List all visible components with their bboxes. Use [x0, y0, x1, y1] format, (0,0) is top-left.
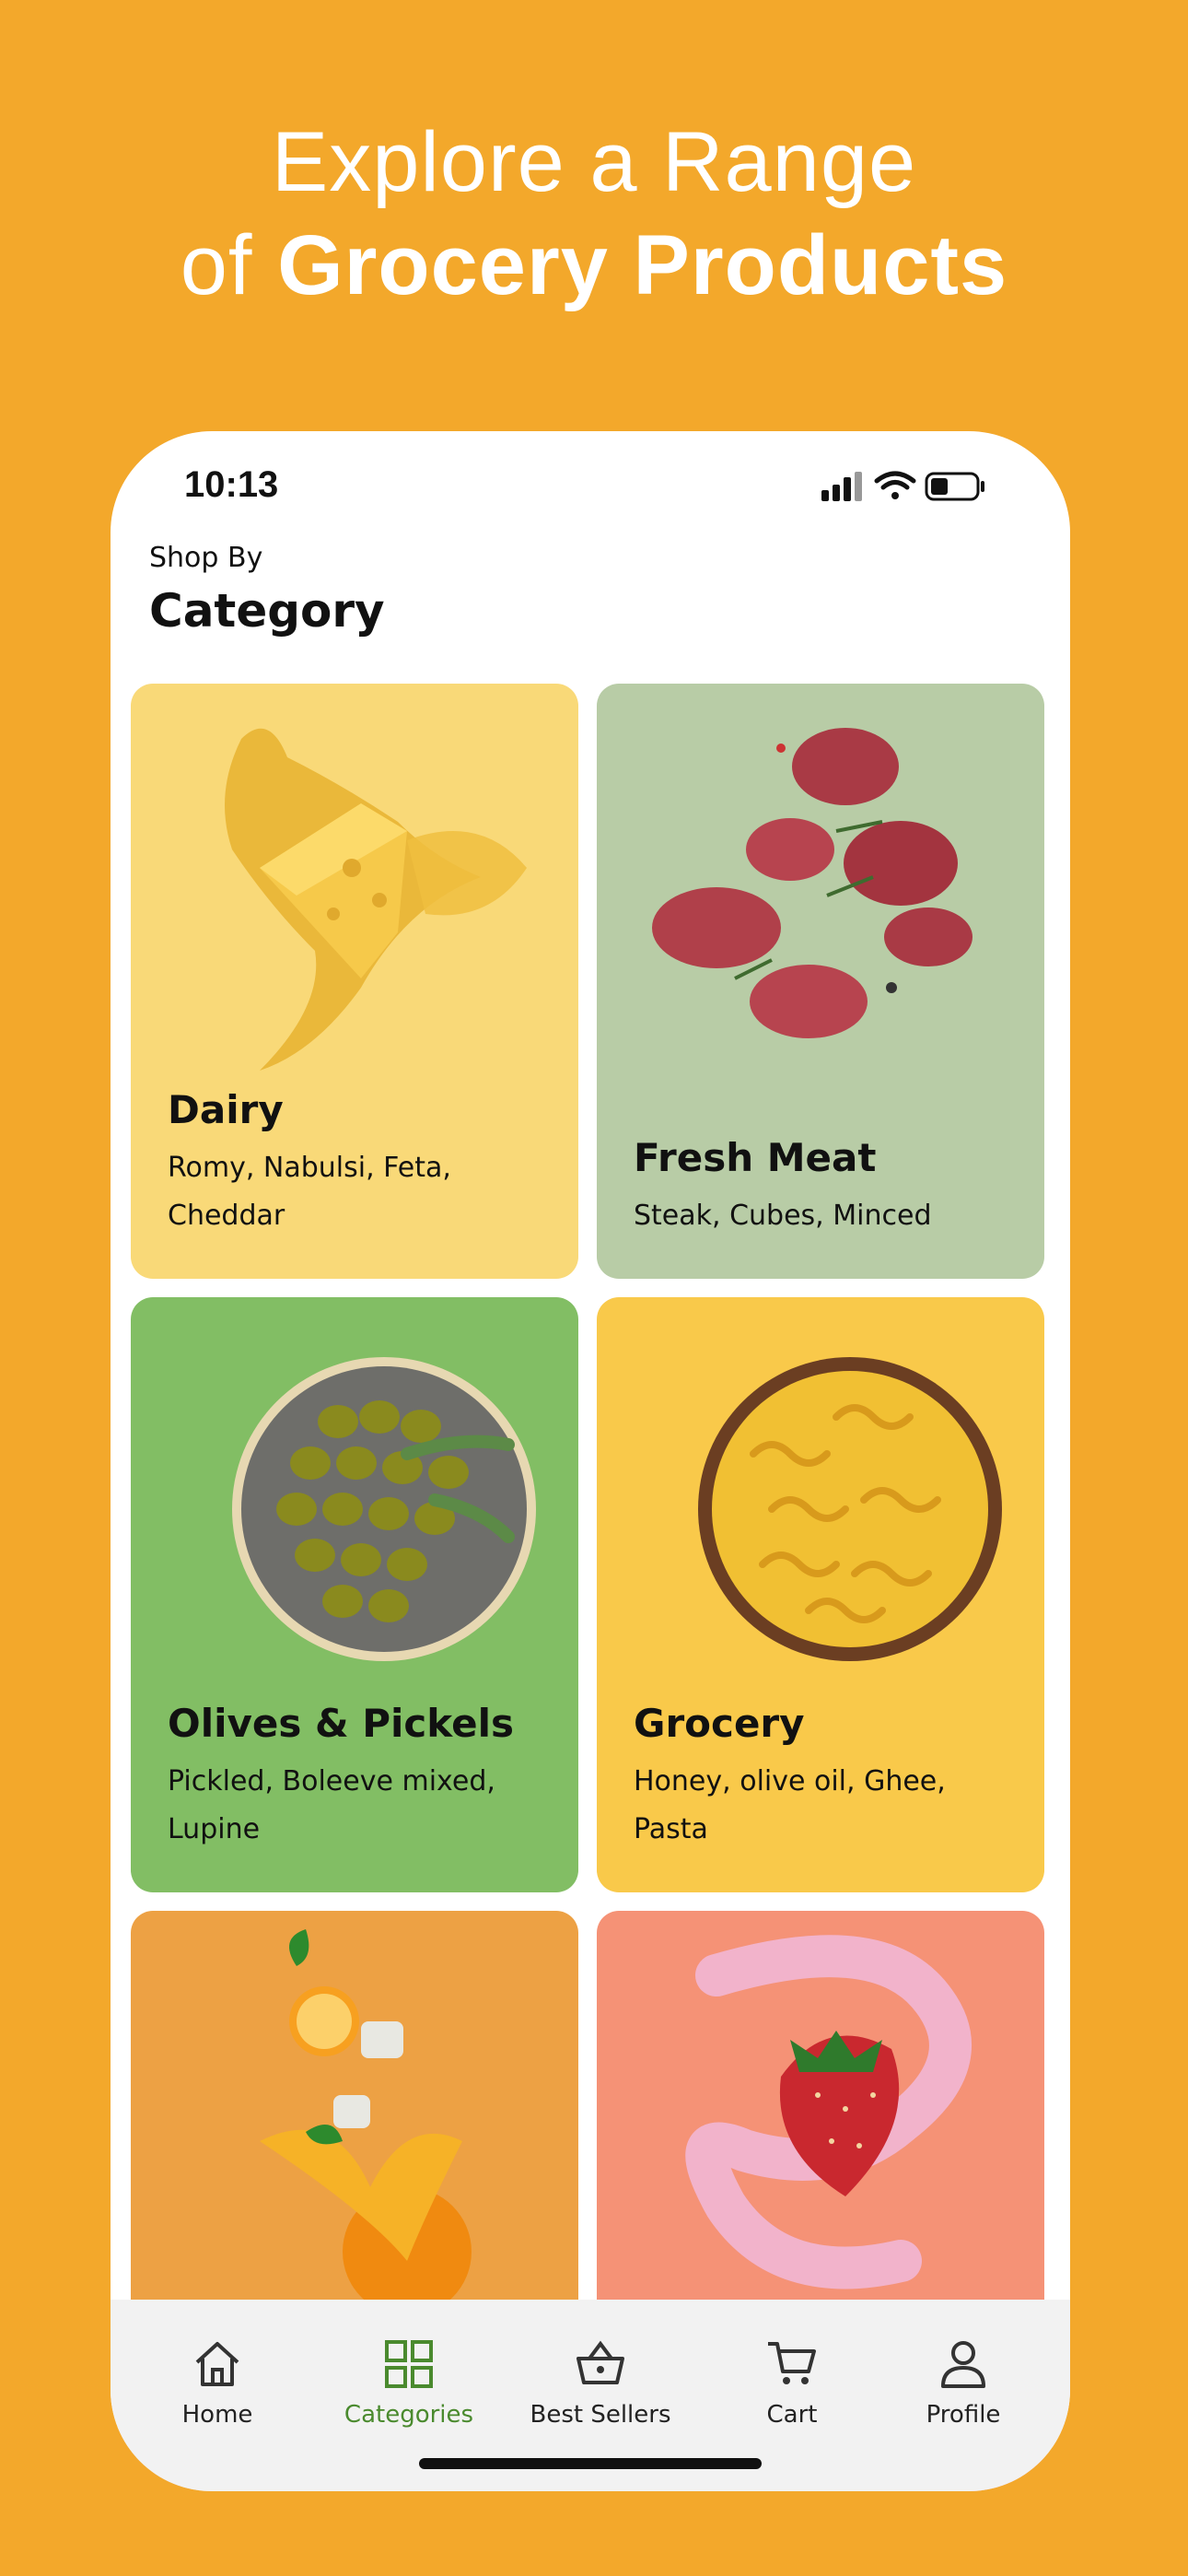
meat-pieces-image: [652, 728, 973, 1038]
tab-profile[interactable]: Profile: [868, 2335, 1059, 2445]
headline-prefix: of: [180, 218, 253, 312]
tab-label: Best Sellers: [530, 2401, 671, 2429]
category-name: Fresh Meat: [634, 1135, 877, 1180]
home-indicator: [419, 2458, 762, 2469]
user-icon: [941, 2341, 985, 2388]
tab-label: Cart: [766, 2401, 818, 2429]
tab-label: Categories: [344, 2401, 474, 2429]
grid-icon: [385, 2340, 433, 2388]
phone-screen: 10:13 Shop By Category Dairy Romy, Nabul…: [111, 431, 1070, 2491]
category-items: Romy, Nabulsi, Feta, Cheddar: [168, 1152, 451, 1232]
category-name: Olives & Pickels: [168, 1701, 514, 1746]
category-items: Steak, Cubes, Minced: [634, 1200, 932, 1232]
headline-line-1: Explore a Range: [271, 115, 917, 209]
headline-line-2: of Grocery Products: [0, 214, 1188, 317]
page-title: Category: [149, 584, 385, 638]
category-name: Dairy: [168, 1087, 284, 1132]
wifi-icon: [874, 471, 916, 499]
category-card-grocery[interactable]: Grocery Honey, olive oil, Ghee, Pasta: [597, 1297, 1044, 1892]
tab-label: Profile: [926, 2401, 1001, 2429]
category-items: Honey, olive oil, Ghee, Pasta: [634, 1765, 946, 1845]
tab-categories[interactable]: Categories: [313, 2335, 505, 2445]
category-card-dairy[interactable]: Dairy Romy, Nabulsi, Feta, Cheddar: [131, 684, 578, 1279]
tab-label: Home: [181, 2401, 253, 2429]
home-icon: [195, 2342, 239, 2386]
tab-home[interactable]: Home: [122, 2335, 313, 2445]
tab-cart[interactable]: Cart: [696, 2335, 888, 2445]
category-card-fresh-meat[interactable]: Fresh Meat Steak, Cubes, Minced: [597, 684, 1044, 1279]
category-items: Pickled, Boleeve mixed, Lupine: [168, 1765, 495, 1845]
tab-best-sellers[interactable]: Best Sellers: [505, 2335, 696, 2445]
orange-juice-splash-image: [260, 1929, 472, 2307]
battery-icon: [925, 472, 984, 501]
category-name: Grocery: [634, 1701, 805, 1746]
status-bar: 10:13: [111, 431, 1070, 542]
pasta-bowl-image: [698, 1357, 1002, 1661]
strawberry-milk-swirl-image: [685, 1935, 972, 2289]
page-subtitle: Shop By: [149, 542, 263, 574]
cart-icon: [768, 2342, 816, 2384]
category-card-olives-pickels[interactable]: Olives & Pickels Pickled, Boleeve mixed,…: [131, 1297, 578, 1892]
status-icons: [821, 471, 984, 501]
basket-icon: [577, 2340, 624, 2384]
promo-headline: Explore a Range of Grocery Products: [0, 111, 1188, 317]
status-time: 10:13: [184, 464, 279, 505]
olive-bowl-image: [232, 1357, 536, 1661]
signal-icon: [821, 472, 862, 501]
cheese-splash-image: [225, 728, 527, 1071]
headline-bold: Grocery Products: [277, 218, 1008, 312]
